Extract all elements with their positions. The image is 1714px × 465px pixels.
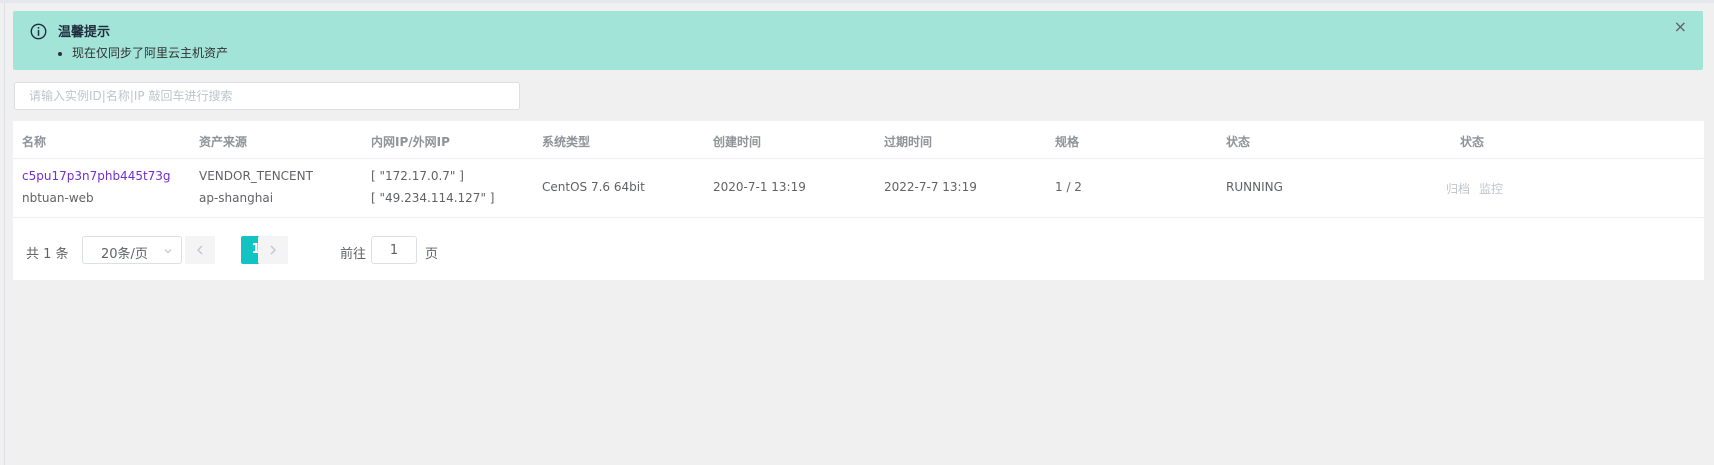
- alert-title: 温馨提示: [58, 25, 111, 40]
- page-size-value: 20条/页: [101, 247, 148, 262]
- monitor-button[interactable]: 监控: [1479, 180, 1503, 197]
- header-status: 状态: [1226, 135, 1251, 149]
- goto-label: 前往: [340, 247, 367, 262]
- goto-page-input[interactable]: [371, 236, 417, 264]
- expire-time: 2022-7-7 13:19: [884, 180, 977, 194]
- archive-button[interactable]: 归档: [1446, 180, 1470, 197]
- region: ap-shanghai: [199, 191, 274, 205]
- chevron-left-icon: [197, 245, 203, 255]
- chevron-right-icon: [270, 245, 276, 255]
- vendor: VENDOR_TENCENT: [199, 169, 313, 183]
- info-icon: [30, 23, 47, 40]
- header-actions: 状态: [1460, 135, 1485, 149]
- left-divider: [4, 3, 5, 465]
- header-spec: 规格: [1055, 135, 1080, 149]
- header-source: 资产来源: [199, 135, 248, 149]
- instance-id-link[interactable]: c5pu17p3n7phb445t73g: [22, 169, 171, 183]
- header-created: 创建时间: [713, 135, 762, 149]
- page-size-select[interactable]: 20条/页: [82, 236, 182, 264]
- header-ip: 内网IP/外网IP: [371, 135, 450, 149]
- spec: 1 / 2: [1055, 180, 1082, 194]
- search-input[interactable]: [14, 82, 520, 110]
- close-icon[interactable]: ×: [1674, 19, 1687, 35]
- header-os: 系统类型: [542, 135, 591, 149]
- table-row: c5pu17p3n7phb445t73g nbtuan-web VENDOR_T…: [13, 159, 1704, 218]
- prev-page-button[interactable]: [185, 236, 215, 264]
- table-header: 名称 资产来源 内网IP/外网IP 系统类型 创建时间 过期时间 规格 状态 状…: [13, 121, 1704, 159]
- chevron-down-icon: [164, 249, 172, 254]
- next-page-button[interactable]: [258, 236, 288, 264]
- instance-table-card: 名称 资产来源 内网IP/外网IP 系统类型 创建时间 过期时间 规格 状态 状…: [13, 121, 1704, 280]
- tip-alert: 温馨提示 现在仅同步了阿里云主机资产 ×: [13, 11, 1703, 70]
- public-ip: [ "49.234.114.127" ]: [371, 191, 495, 205]
- header-name: 名称: [22, 135, 47, 149]
- goto-unit: 页: [425, 247, 439, 262]
- created-time: 2020-7-1 13:19: [713, 180, 806, 194]
- alert-list: 现在仅同步了阿里云主机资产: [58, 44, 228, 62]
- top-strip: [0, 0, 1714, 3]
- header-expires: 过期时间: [884, 135, 933, 149]
- private-ip: [ "172.17.0.7" ]: [371, 169, 464, 183]
- instance-name: nbtuan-web: [22, 191, 94, 205]
- total-count: 共 1 条: [26, 247, 69, 262]
- alert-item: 现在仅同步了阿里云主机资产: [72, 44, 228, 62]
- os-type: CentOS 7.6 64bit: [542, 180, 645, 194]
- pagination: 共 1 条 20条/页 1 前往 页: [13, 235, 1704, 265]
- status-text: RUNNING: [1226, 180, 1283, 194]
